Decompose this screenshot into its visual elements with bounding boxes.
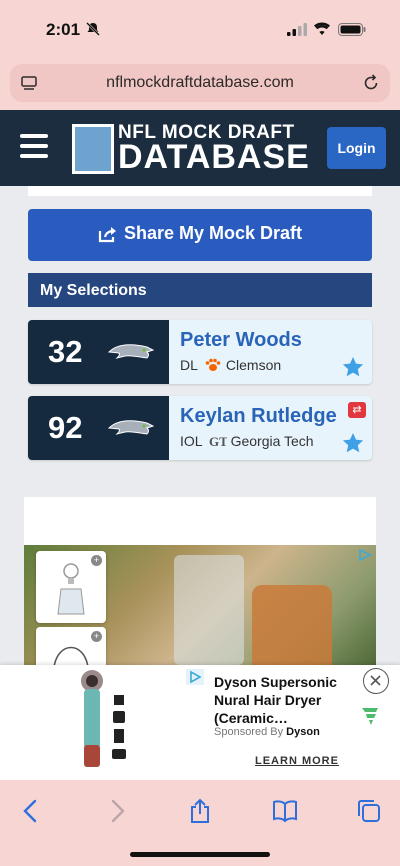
sponsor-name: Dyson [286,726,320,738]
silent-mode-icon [86,22,100,36]
player-position: DL [180,357,198,373]
ad-blank-area [24,497,376,545]
close-icon[interactable] [363,668,389,694]
share-mock-draft-button[interactable]: Share My Mock Draft [28,209,372,261]
pick-number: 32 [48,334,83,369]
reload-icon[interactable] [362,74,380,92]
player-name[interactable]: Peter Woods [180,329,302,352]
site-header: NFL MOCK DRAFT DATABASE Login [0,110,400,186]
ad-product-thumb[interactable]: + [36,551,106,623]
banner-sponsor: Sponsored By Dyson [214,726,320,738]
player-school: Georgia Tech [230,433,314,449]
address-bar[interactable]: nflmockdraftdatabase.com [10,64,390,102]
tabs-icon[interactable] [356,798,382,824]
clock: 2:01 [46,20,81,39]
hair-dryer-product-image [81,670,126,767]
cell-signal-icon [287,23,307,36]
player-meta: IOL GT Georgia Tech [180,433,314,449]
logo-mark-icon[interactable] [72,124,114,174]
share-icon [98,227,116,243]
learn-more-link[interactable]: LEARN MORE [255,755,339,767]
adchoices-icon[interactable] [358,549,372,561]
my-selections-heading: My Selections [28,273,372,307]
adchoices-icon[interactable] [186,669,204,685]
wifi-icon [314,22,330,35]
star-icon[interactable] [342,432,364,454]
bookmarks-icon[interactable] [272,798,298,824]
pick-number-box: 92 [28,396,169,460]
ad-pitcher-image [174,555,244,665]
address-bar-area: nflmockdraftdatabase.com [0,56,400,110]
pick-card[interactable]: 92 Keylan Rutledge IOL GT Georgia Tech ⇄ [28,396,372,460]
share-button-label: Share My Mock Draft [124,223,303,243]
star-icon[interactable] [342,356,364,378]
forward-icon[interactable] [104,798,130,824]
gt-logo-icon: GT [209,434,227,448]
player-meta: DL Clemson [180,357,281,373]
pick-number-box: 32 [28,320,169,384]
logo-title-bottom[interactable]: DATABASE [118,138,310,177]
banner-title[interactable]: Dyson Supersonic Nural Hair Dryer (Ceram… [214,673,354,727]
menu-icon[interactable] [20,134,48,158]
ad-network-icon[interactable] [361,706,379,726]
back-icon[interactable] [18,798,44,824]
battery-icon [338,23,366,36]
plus-icon[interactable]: + [91,555,102,566]
home-indicator [130,852,270,857]
content-strip [28,186,372,196]
url-text[interactable]: nflmockdraftdatabase.com [10,74,390,92]
sponsored-by-label: Sponsored By [214,726,284,738]
ad-product-thumb[interactable]: + [36,627,106,665]
necklace-icon [53,646,89,665]
ad-drink-image [252,585,332,665]
player-school: Clemson [225,357,282,373]
status-bar: 2:01 [0,0,400,56]
plus-icon[interactable]: + [91,631,102,642]
login-button[interactable]: Login [327,127,386,169]
share-sheet-icon[interactable] [187,798,213,824]
pick-card[interactable]: 32 Peter Woods DL Clemson [28,320,372,384]
player-name[interactable]: Keylan Rutledge [180,405,337,428]
svg-text:GT: GT [209,434,227,448]
trade-icon[interactable]: ⇄ [348,402,366,418]
player-position: IOL [180,433,203,449]
pick-number: 92 [48,410,83,445]
paw-icon [205,358,221,371]
seahawks-logo-icon [108,420,154,435]
display-ad[interactable]: + + [24,545,376,665]
perfume-bottle-icon [57,563,85,615]
seahawks-logo-icon [108,344,154,359]
sponsored-banner[interactable]: Dyson Supersonic Nural Hair Dryer (Ceram… [0,665,400,780]
